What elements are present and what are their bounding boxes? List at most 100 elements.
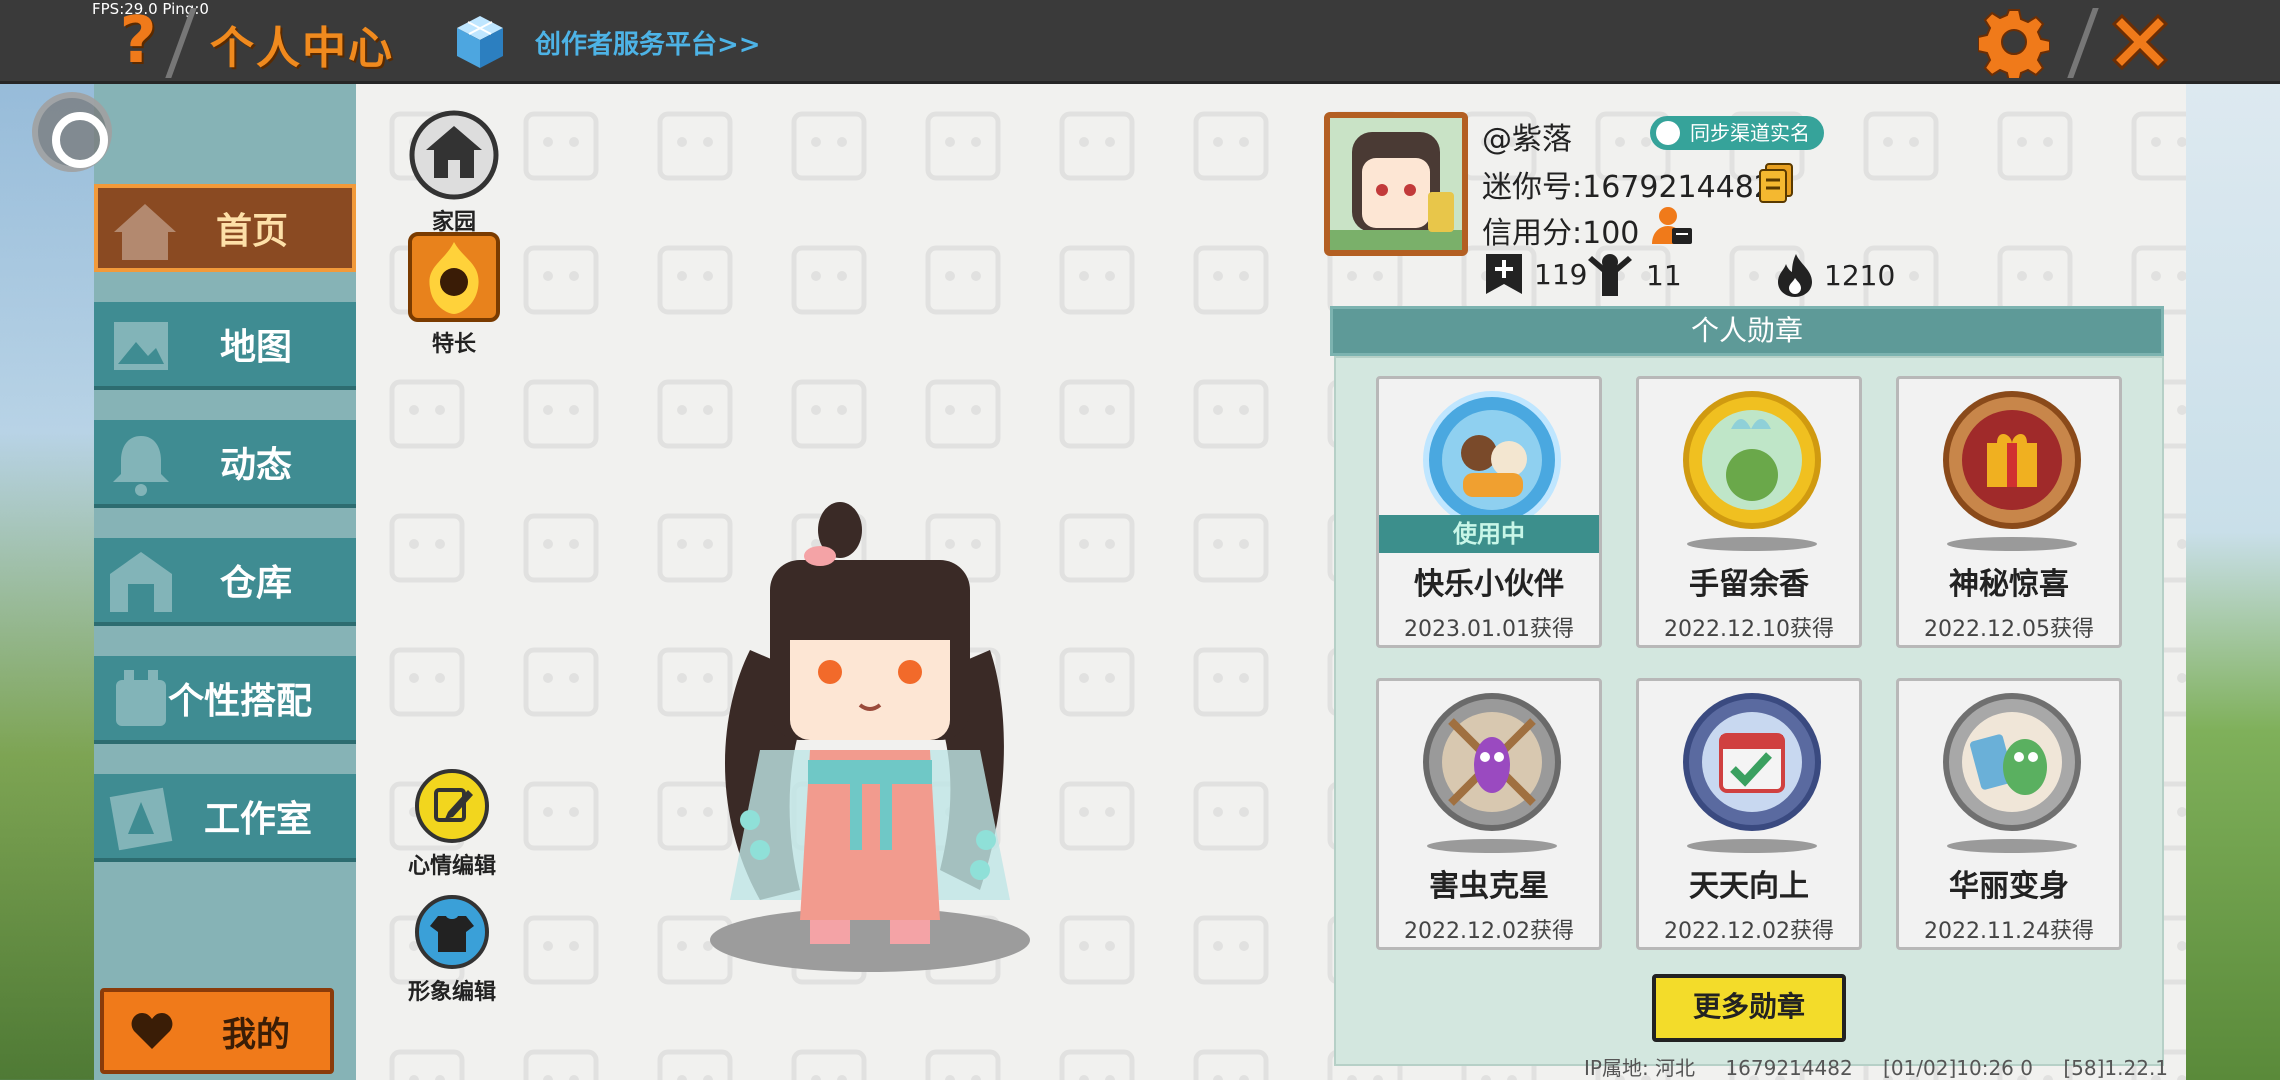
pest-buster-medal-icon [1423, 693, 1561, 831]
medal-date: 2022.12.05获得 [1924, 617, 2094, 642]
medal-name: 害虫克星 [1429, 869, 1549, 904]
talent-label: 特长 [431, 332, 476, 357]
sidebar-item-label: 仓库 [219, 563, 292, 604]
gorgeous-transform-medal-icon [1943, 693, 2081, 831]
friends-count: 119 [1534, 257, 1588, 291]
background-scenery [2186, 84, 2280, 1080]
ip-location: IP属地: 河北 [1584, 1056, 1696, 1080]
creator-platform-label: 创作者服务平台>> [535, 29, 761, 60]
sidebar-item-home[interactable]: 首页 [94, 184, 356, 272]
sync-realname-button[interactable]: 同步渠道实名 [1650, 116, 1824, 150]
sidebar-item-warehouse[interactable]: 仓库 [94, 538, 356, 626]
medal-card[interactable]: 天天向上 2022.12.02获得 [1636, 678, 1862, 950]
medal-shadow [1947, 537, 2077, 551]
add-friend-icon [1486, 254, 1522, 294]
medal-card[interactable]: 害虫克星 2022.12.02获得 [1376, 678, 1602, 950]
copy-icon[interactable] [1758, 162, 1794, 204]
medal-shadow [1427, 839, 1557, 853]
medal-name: 华丽变身 [1949, 869, 2069, 904]
fans-stat: 11 [1584, 252, 1682, 298]
medal-name: 神秘惊喜 [1949, 567, 2069, 602]
popularity-count: 1210 [1824, 258, 1896, 292]
avatar-edit-label: 形象编辑 [408, 980, 497, 1005]
mood-edit-label: 心情编辑 [408, 854, 497, 879]
homestead-button[interactable]: 家园 [408, 110, 500, 236]
divider [2067, 8, 2099, 78]
talent-flame-icon [408, 232, 500, 322]
lingering-fragrance-medal-icon [1683, 391, 1821, 529]
footer-uid: 1679214482 [1725, 1056, 1853, 1080]
friends-stat: 119 [1484, 252, 1587, 296]
close-icon[interactable] [2106, 8, 2174, 76]
medal-card[interactable]: 神秘惊喜 2022.12.05获得 [1896, 376, 2122, 648]
footer-version: [58]1.22.1 [2063, 1056, 2169, 1080]
medal-date: 2023.01.01获得 [1404, 617, 1574, 642]
medal-shadow [1687, 839, 1817, 853]
creator-platform-link[interactable]: 创作者服务平台>> [455, 14, 761, 70]
help-button[interactable]: ? [112, 6, 164, 76]
footer-time: [01/02]10:26 0 [1883, 1056, 2033, 1080]
studio-nav-icon [109, 787, 173, 851]
nickname: @紫落 [1482, 122, 1572, 157]
avatar-edit-button[interactable]: 形象编辑 [408, 894, 496, 1006]
sidebar-item-studio[interactable]: 工作室 [94, 774, 356, 862]
outfit-edit-icon [415, 895, 489, 969]
mine-button-label: 我的 [222, 1014, 290, 1055]
sync-realname-label: 同步渠道实名 [1690, 121, 1810, 145]
bell-nav-icon [113, 436, 169, 496]
medal-shadow [1947, 839, 2077, 853]
medal-card[interactable]: 使用中 快乐小伙伴 2023.01.01获得 [1376, 376, 1602, 648]
mystery-gift-medal-icon [1943, 391, 2081, 529]
sidebar-item-label: 个性搭配 [167, 681, 312, 722]
home-nav-icon [114, 204, 176, 260]
heart-icon [131, 1013, 173, 1049]
medal-card[interactable]: 华丽变身 2022.11.24获得 [1896, 678, 2122, 950]
fans-count: 11 [1646, 258, 1682, 292]
mini-id: 迷你号:1679214482 [1482, 170, 1773, 205]
page-title: 个人中心 [210, 23, 394, 74]
medal-shadow [1687, 537, 1817, 551]
player-character-model [710, 502, 1030, 972]
medal-card[interactable]: 手留余香 2022.12.10获得 [1636, 376, 1862, 648]
happy-partner-medal-icon [1423, 391, 1561, 529]
mine-button[interactable]: 我的 [100, 988, 334, 1074]
medal-section-header: 个人勋章 [1330, 306, 2164, 356]
talent-button[interactable]: 特长 [408, 232, 500, 358]
screen-record-button[interactable] [32, 92, 112, 172]
medal-date: 2022.12.02获得 [1404, 919, 1574, 944]
sidebar-item-outfit[interactable]: 个性搭配 [94, 656, 356, 744]
house-icon [409, 110, 499, 200]
credit-score: 信用分:100 [1482, 216, 1640, 251]
sidebar-item-map[interactable]: 地图 [94, 302, 356, 390]
sidebar-item-label: 地图 [219, 327, 292, 368]
more-medals-button[interactable]: 更多勋章 [1652, 974, 1846, 1042]
credit-user-icon[interactable] [1650, 204, 1694, 248]
user-icon [1656, 121, 1680, 145]
edit-pencil-icon [415, 769, 489, 843]
medal-name: 天天向上 [1689, 869, 1809, 904]
medal-date: 2022.12.02获得 [1664, 919, 1834, 944]
cube-icon [455, 14, 505, 70]
medal-date: 2022.11.24获得 [1924, 919, 2094, 944]
popularity-stat: 1210 [1776, 252, 1895, 298]
warehouse-nav-icon [110, 552, 172, 612]
footer-info: IP属地: 河北 1679214482 [01/02]10:26 0 [58]1… [1584, 1052, 2192, 1080]
medal-date: 2022.12.10获得 [1664, 617, 1834, 642]
daily-progress-medal-icon [1683, 693, 1821, 831]
outfit-nav-icon [116, 670, 166, 726]
in-use-badge: 使用中 [1379, 515, 1599, 553]
sidebar-item-label: 首页 [215, 211, 288, 252]
medal-name: 手留余香 [1689, 567, 1809, 602]
top-bar: FPS:29.0 Ping:0 ? 个人中心 创作者服务平台>> [0, 0, 2280, 84]
divider [165, 8, 197, 78]
sidebar-item-feed[interactable]: 动态 [94, 420, 356, 508]
avatar[interactable] [1324, 112, 1468, 256]
fans-icon [1588, 254, 1632, 296]
map-nav-icon [114, 322, 168, 370]
sidebar-item-label: 工作室 [203, 799, 312, 840]
settings-gear-icon[interactable] [1977, 6, 2051, 83]
medal-name: 快乐小伙伴 [1414, 567, 1564, 602]
avatar-portrait [1330, 118, 1462, 250]
mood-edit-button[interactable]: 心情编辑 [408, 768, 496, 880]
sidebar-item-label: 动态 [219, 445, 292, 486]
